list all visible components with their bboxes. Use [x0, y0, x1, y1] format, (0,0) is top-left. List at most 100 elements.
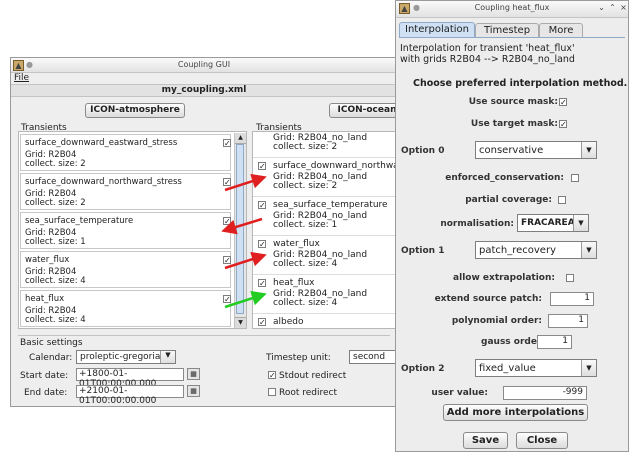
- transient-name: surface_downward_northwar: [273, 161, 399, 171]
- normalisation-label: normalisation:: [440, 219, 514, 229]
- transient-name: water_flux: [25, 255, 70, 265]
- main-window-title: Coupling GUI: [177, 60, 231, 69]
- normalisation-select[interactable]: FRACAREA ▼: [517, 214, 589, 232]
- coupling-gui-window: ▲ ● Coupling GUI File my_coupling.xml IC…: [10, 57, 409, 407]
- transient-name: sea_surface_temperature: [25, 216, 134, 226]
- list-item[interactable]: ✓ heat_flux Grid: R2B04_no_land collect.…: [253, 274, 398, 311]
- transient-name: surface_downward_northward_stress: [25, 177, 182, 187]
- list-item[interactable]: ✓ albedo: [253, 313, 398, 328]
- gauss-order-field[interactable]: 1: [537, 335, 572, 349]
- option1-value: patch_recovery: [479, 245, 556, 256]
- list-item[interactable]: ✓ sea_surface_temperature Grid: R2B04_no…: [253, 196, 398, 233]
- normalisation-value: FRACAREA: [521, 218, 575, 228]
- transient-checkbox[interactable]: ✓: [223, 256, 231, 265]
- maximize-icon[interactable]: ⌃: [608, 3, 617, 12]
- scroll-thumb[interactable]: [236, 144, 244, 314]
- transient-checkbox[interactable]: ✓: [258, 318, 266, 327]
- list-item[interactable]: surface_downward_northward_stress Grid: …: [20, 173, 231, 210]
- left-list-scrollbar[interactable]: ▲ ▼: [234, 133, 246, 328]
- description-line-2: with grids R2B04 --> R2B04_no_land: [400, 54, 575, 65]
- add-more-interpolations-button[interactable]: Add more interpolations: [443, 404, 588, 421]
- option0-label: Option 0: [401, 146, 445, 156]
- list-item[interactable]: ✓ surface_downward_northwar Grid: R2B04_…: [253, 157, 399, 194]
- transient-checkbox[interactable]: ✓: [258, 240, 266, 249]
- extend-source-patch-field[interactable]: 1: [550, 292, 594, 306]
- allow-extrapolation-checkbox[interactable]: [566, 274, 574, 282]
- transient-size: collect. size: 1: [25, 237, 86, 247]
- dialog-titlebar: ▲ ● Coupling heat_flux ⌄ ⌃ ×: [396, 1, 628, 18]
- calendar-label: Calendar:: [29, 353, 73, 363]
- transient-size: collect. size: 4: [25, 276, 86, 286]
- transient-name: heat_flux: [273, 278, 315, 288]
- option1-select[interactable]: patch_recovery ▼: [475, 241, 597, 259]
- use-target-mask-checkbox[interactable]: ✓: [559, 120, 567, 129]
- left-transient-list: surface_downward_eastward_stress Grid: R…: [18, 131, 247, 329]
- file-menu[interactable]: File: [14, 73, 29, 83]
- transient-size: collect. size: 1: [273, 220, 338, 230]
- stdout-redirect-label: Stdout redirect: [279, 371, 347, 381]
- scroll-up-icon[interactable]: ▲: [235, 133, 246, 144]
- calendar-icon[interactable]: ▦: [187, 385, 200, 397]
- transient-checkbox[interactable]: ✓: [258, 279, 266, 288]
- use-source-mask-checkbox[interactable]: ✓: [559, 98, 567, 107]
- root-redirect-checkbox[interactable]: [268, 388, 276, 396]
- partial-coverage-label: partial coverage:: [465, 195, 552, 205]
- close-button[interactable]: Close: [516, 432, 568, 449]
- calendar-icon[interactable]: ▦: [187, 368, 200, 380]
- list-item[interactable]: heat_flux Grid: R2B04 collect. size: 4 ✓: [20, 290, 231, 327]
- gauss-order-value: 1: [562, 336, 568, 346]
- transient-size: collect. size: 4: [273, 298, 338, 308]
- main-titlebar: ▲ ● Coupling GUI: [11, 58, 397, 73]
- transient-size: collect. size: 2: [25, 159, 86, 169]
- user-value-field[interactable]: -999: [503, 386, 587, 400]
- minimize-icon[interactable]: ⌄: [597, 3, 606, 12]
- list-item[interactable]: surface_downward_eastward_stress Grid: R…: [20, 134, 231, 171]
- start-date-field[interactable]: +1800-01-01T00:00:00.000: [76, 368, 184, 389]
- end-date-field[interactable]: +2100-01-01T00:00:00.000: [76, 385, 184, 406]
- option2-select[interactable]: fixed_value ▼: [475, 359, 597, 377]
- tab-interpolation[interactable]: Interpolation: [399, 22, 475, 38]
- stdout-redirect-checkbox[interactable]: ✓: [268, 371, 276, 380]
- icon-ocean-button[interactable]: ICON-ocean: [329, 103, 405, 118]
- calendar-select[interactable]: proleptic-gregorian ▼: [76, 350, 176, 364]
- tab-label: Interpolation: [405, 24, 469, 35]
- partial-item[interactable]: Grid: R2B04_no_land collect. size: 2: [253, 132, 398, 152]
- option0-value: conservative: [479, 145, 544, 156]
- tab-timestep[interactable]: Timestep: [475, 23, 539, 38]
- option1-label: Option 1: [401, 246, 445, 256]
- user-value-label: user value:: [431, 388, 488, 398]
- chevron-down-icon: ▼: [581, 142, 596, 158]
- gauss-order-label: gauss order:: [481, 337, 545, 347]
- enforced-conservation-checkbox[interactable]: [571, 174, 579, 182]
- end-date-label: End date:: [24, 388, 68, 398]
- list-item[interactable]: sea_surface_temperature Grid: R2B04 coll…: [20, 212, 231, 249]
- transient-checkbox[interactable]: ✓: [258, 201, 266, 210]
- save-button[interactable]: Save: [463, 432, 508, 449]
- list-item[interactable]: ✓ water_flux Grid: R2B04_no_land collect…: [253, 235, 398, 272]
- timestep-unit-label: Timestep unit:: [266, 353, 331, 363]
- transient-checkbox[interactable]: ✓: [258, 162, 266, 171]
- option0-select[interactable]: conservative ▼: [475, 141, 597, 159]
- transient-name: surface_downward_eastward_stress: [25, 138, 178, 148]
- icon-atmosphere-button[interactable]: ICON-atmosphere: [85, 103, 185, 118]
- transient-checkbox[interactable]: ✓: [223, 178, 231, 187]
- list-item[interactable]: water_flux Grid: R2B04 collect. size: 4 …: [20, 251, 231, 288]
- user-value: -999: [562, 387, 583, 397]
- scroll-down-icon[interactable]: ▼: [235, 317, 246, 328]
- close-icon[interactable]: ×: [619, 3, 628, 12]
- transient-checkbox[interactable]: ✓: [223, 139, 231, 148]
- transient-name: water_flux: [273, 239, 320, 249]
- tab-more[interactable]: More: [539, 23, 583, 38]
- partial-coverage-checkbox[interactable]: [558, 196, 566, 204]
- basic-settings-label: Basic settings: [20, 338, 83, 348]
- extend-source-patch-label: extend source patch:: [434, 294, 542, 304]
- timestep-unit-value: second: [353, 352, 386, 362]
- chevron-down-icon: ▼: [581, 360, 596, 376]
- transient-checkbox[interactable]: ✓: [223, 295, 231, 304]
- enforced-conservation-label: enforced_conservation:: [445, 173, 564, 183]
- polynomial-order-field[interactable]: 1: [548, 314, 588, 328]
- transient-checkbox[interactable]: ✓: [223, 217, 231, 226]
- description-line-1: Interpolation for transient 'heat_flux': [400, 43, 575, 54]
- start-date-label: Start date:: [20, 371, 69, 381]
- transient-name: albedo: [273, 317, 304, 327]
